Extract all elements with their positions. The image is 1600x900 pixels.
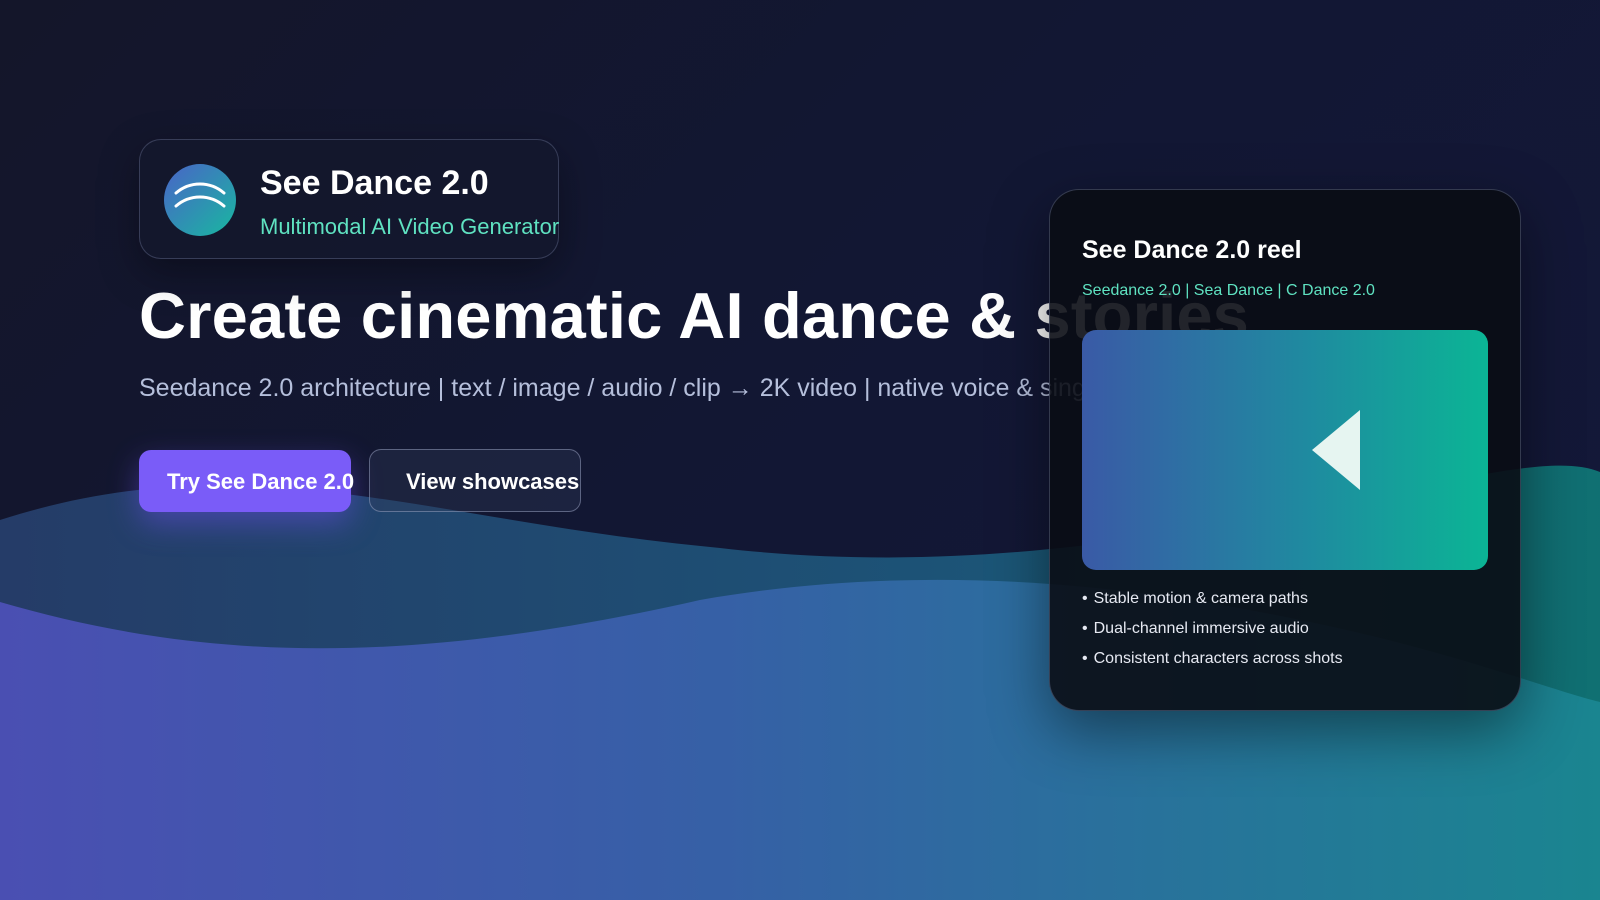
reel-video-player[interactable] (1082, 330, 1488, 570)
reel-card: See Dance 2.0 reel Seedance 2.0 | Sea Da… (1049, 189, 1521, 711)
hero-subtitle: Seedance 2.0 architecture | text / image… (139, 374, 1120, 402)
brand-tagline: Multimodal AI Video Generator (260, 214, 560, 239)
feature-item: Consistent characters across shots (1082, 644, 1343, 674)
reel-feature-list: Stable motion & camera paths Dual-channe… (1082, 584, 1343, 674)
view-showcases-button[interactable]: View showcases (369, 449, 581, 512)
feature-item: Stable motion & camera paths (1082, 584, 1343, 614)
reel-title: See Dance 2.0 reel (1082, 236, 1302, 264)
signal-waves-icon (164, 164, 236, 236)
feature-item: Dual-channel immersive audio (1082, 614, 1343, 644)
try-see-dance-button[interactable]: Try See Dance 2.0 (139, 450, 354, 512)
reel-aliases: Seedance 2.0 | Sea Dance | C Dance 2.0 (1082, 282, 1375, 299)
play-icon[interactable] (1312, 410, 1360, 490)
brand-card: See Dance 2.0 Multimodal AI Video Genera… (139, 139, 559, 259)
brand-name: See Dance 2.0 (260, 164, 489, 202)
